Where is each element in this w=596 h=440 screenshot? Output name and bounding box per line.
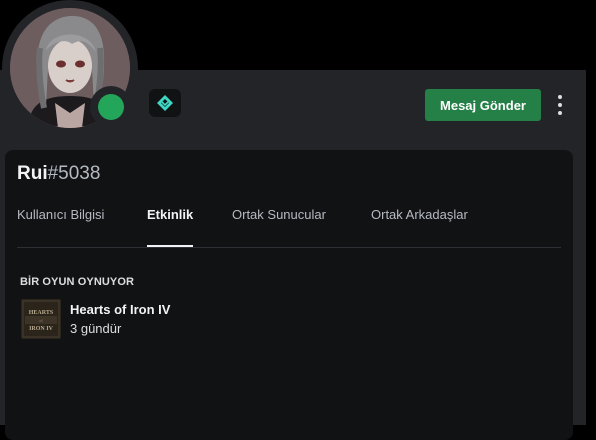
profile-tabs: Kullanıcı Bilgisi Etkinlik Ortak Sunucul… bbox=[17, 207, 561, 248]
activity-section-title: BİR OYUN OYNUYOR bbox=[20, 276, 135, 288]
status-online-icon bbox=[98, 94, 124, 120]
svg-text:HEARTS: HEARTS bbox=[29, 310, 54, 316]
game-name: Hearts of Iron IV bbox=[70, 302, 171, 317]
more-dot bbox=[558, 111, 562, 115]
more-options-icon[interactable] bbox=[552, 93, 568, 117]
game-icon: HEARTS of IRON IV bbox=[21, 299, 61, 339]
hypesquad-icon bbox=[157, 95, 173, 111]
hearts-of-iron-icon: HEARTS of IRON IV bbox=[21, 299, 61, 339]
username: Rui bbox=[17, 163, 48, 184]
more-dot bbox=[558, 95, 562, 99]
tab-mutual-friends[interactable]: Ortak Arkadaşlar bbox=[371, 207, 468, 245]
game-elapsed-time: 3 gündür bbox=[70, 321, 122, 336]
profile-card: Rui#5038 Kullanıcı Bilgisi Etkinlik Orta… bbox=[5, 150, 573, 440]
discriminator: #5038 bbox=[47, 163, 101, 184]
hypesquad-badge-icon[interactable] bbox=[149, 89, 181, 117]
tab-activity[interactable]: Etkinlik bbox=[147, 207, 194, 247]
send-message-button[interactable]: Mesaj Gönder bbox=[425, 89, 541, 121]
tab-user-info[interactable]: Kullanıcı Bilgisi bbox=[17, 207, 104, 245]
tab-mutual-servers[interactable]: Ortak Sunucular bbox=[232, 207, 326, 245]
svg-text:IRON IV: IRON IV bbox=[29, 326, 54, 332]
user-name-row: Rui#5038 bbox=[17, 163, 100, 185]
more-dot bbox=[558, 103, 562, 107]
